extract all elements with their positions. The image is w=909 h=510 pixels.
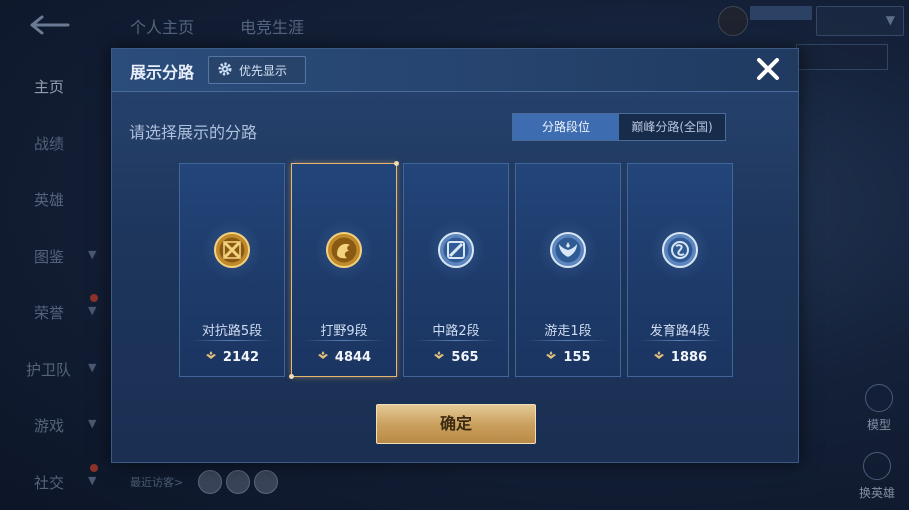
modal-title: 展示分路 [130,63,195,82]
modal-subtitle: 请选择展示的分路 [129,123,258,142]
lane-score: 155 [516,350,620,365]
divider [526,340,610,341]
lane-card[interactable]: 中路2段 565 [403,163,509,377]
lane-card[interactable]: 打野9段 4844 [289,161,399,379]
score-icon [653,351,664,359]
lane-rank-label: 对抗路5段 [201,324,263,339]
mid-lane-icon [438,232,474,268]
divider [414,340,498,341]
score-icon [546,351,557,359]
lane-score: 565 [404,350,508,365]
lane-card[interactable]: 游走1段 155 [515,163,621,377]
selection-corner [289,374,294,379]
score-icon [434,351,445,359]
divider [190,340,274,341]
score-icon [205,351,216,359]
selection-corner [394,161,399,166]
segment-peak-lane[interactable]: 巅峰分路(全国) [619,114,725,140]
farm-lane-icon [662,232,698,268]
close-icon[interactable] [752,53,784,85]
gear-icon [218,62,232,76]
clash-lane-icon [214,232,250,268]
score-icon [317,351,328,359]
jungle-dragon-icon [326,232,362,268]
lane-card[interactable]: 发育路4段 1886 [627,163,733,377]
rank-badge-glow [650,220,710,280]
lane-score-value: 565 [451,350,479,365]
rank-badge-glow [202,220,262,280]
lane-display-modal: 展示分路 优先显示 请选择展示的分路 分路段位 巅峰分路(全国) 对抗路5段 21… [111,48,799,463]
priority-display-button[interactable]: 优先显示 [208,56,306,84]
modal-header: 展示分路 优先显示 [112,49,798,92]
lane-rank-label: 打野9段 [320,324,368,339]
rank-badge-glow [426,220,486,280]
lane-score-value: 4844 [334,350,372,365]
lane-rank-label: 中路2段 [432,324,480,339]
lane-score-value: 2142 [222,350,260,365]
lane-rank-label: 发育路4段 [649,324,711,339]
lane-score-value: 155 [563,350,591,365]
segment-lane-rank[interactable]: 分路段位 [513,114,619,140]
lane-score: 4844 [292,350,396,365]
lane-rank-label: 游走1段 [544,324,592,339]
lane-score-value: 1886 [670,350,708,365]
divider [638,340,722,341]
roam-wings-icon [550,232,586,268]
confirm-button[interactable]: 确定 [376,404,536,444]
divider [302,340,386,341]
rank-badge-glow [314,220,374,280]
lane-score: 2142 [180,350,284,365]
priority-display-label: 优先显示 [239,64,288,78]
lane-score: 1886 [628,350,732,365]
lane-card[interactable]: 对抗路5段 2142 [179,163,285,377]
rank-badge-glow [538,220,598,280]
segment-control: 分路段位 巅峰分路(全国) [512,113,726,141]
